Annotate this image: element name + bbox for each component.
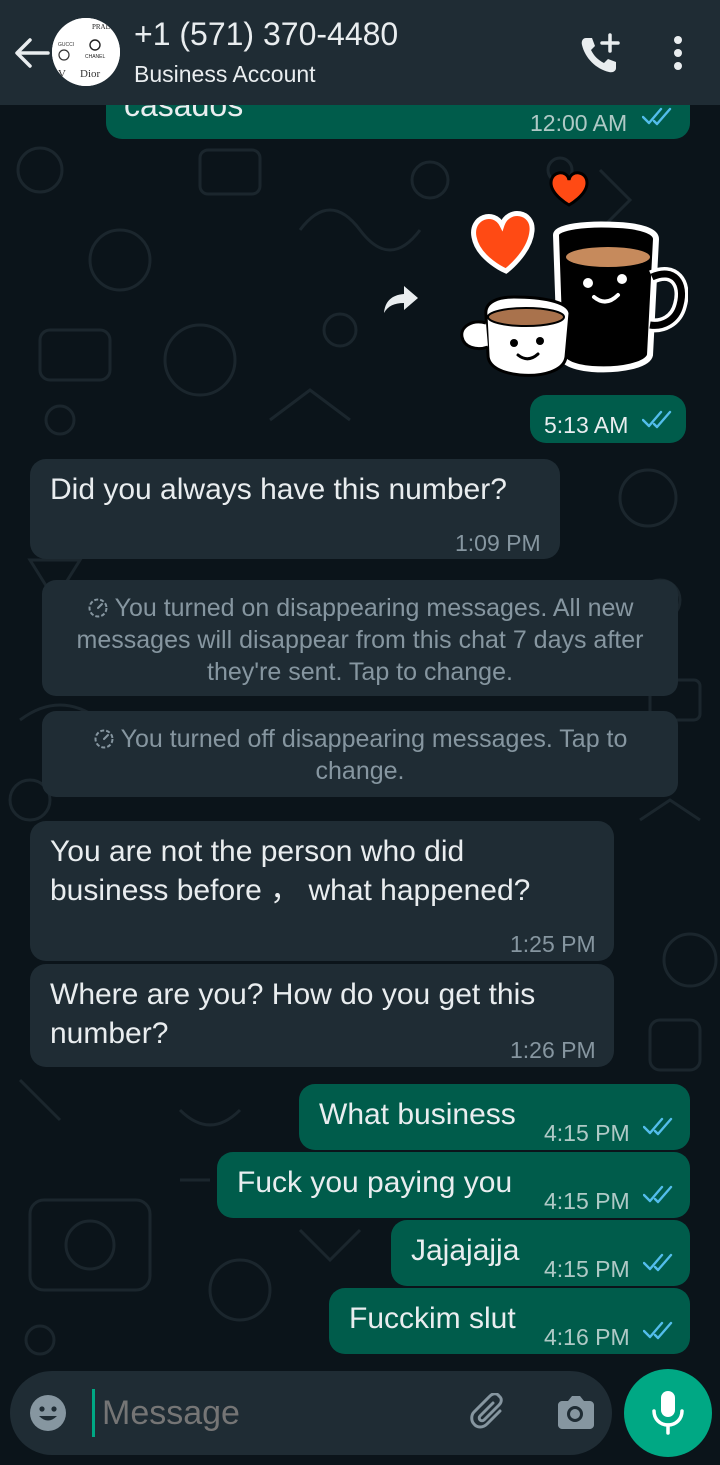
system-message-disappearing-off[interactable]: You turned off disappearing messages. Ta…	[42, 711, 678, 797]
message-time: 5:13 AM	[544, 412, 629, 438]
sticker-message[interactable]	[456, 165, 689, 383]
outgoing-message[interactable]: Fuck you paying you 4:15 PM	[217, 1152, 690, 1218]
svg-text:V: V	[58, 68, 66, 80]
message-text: Fuck you paying you	[237, 1166, 513, 1199]
message-text: Fucckim slut	[349, 1302, 516, 1335]
add-call-icon	[581, 33, 620, 73]
outgoing-message[interactable]: Fucckim slut 4:16 PM	[329, 1288, 690, 1354]
message-text: Jajajajja	[411, 1234, 520, 1267]
message-time: 12:00 AM	[530, 110, 628, 136]
contact-name[interactable]: +1 (571) 370-4480	[134, 16, 398, 53]
timer-icon	[94, 729, 114, 749]
timer-icon	[88, 598, 108, 618]
system-message-disappearing-on[interactable]: You turned on disappearing messages. All…	[42, 580, 678, 696]
message-text-line: business before ， what happened?	[50, 874, 531, 907]
forward-icon	[384, 286, 418, 313]
double-check-icon	[642, 410, 672, 429]
camera-button[interactable]	[554, 1393, 596, 1433]
chat-header: PRADA GUCCI CHANEL V Dior +1 (571) 370-4…	[0, 0, 720, 105]
message-time: 1:25 PM	[510, 931, 596, 957]
double-check-icon	[643, 1321, 673, 1340]
message-time: 4:15 PM	[544, 1188, 630, 1214]
add-call-button[interactable]	[578, 32, 622, 76]
text-cursor	[92, 1389, 95, 1437]
emoji-icon	[30, 1395, 66, 1431]
system-message-text: You turned off disappearing messages. Ta…	[120, 725, 628, 785]
mic-icon	[652, 1391, 684, 1435]
contact-subtitle[interactable]: Business Account	[134, 61, 316, 88]
system-message-text: You turned on disappearing messages. All…	[76, 594, 644, 686]
message-text-line: Where are you? How do you get this	[50, 978, 536, 1011]
attach-button[interactable]	[470, 1392, 512, 1435]
brand-gucci: GUCCI	[58, 42, 74, 48]
voice-message-button[interactable]	[624, 1369, 712, 1457]
camera-icon	[558, 1396, 594, 1429]
message-time: 4:15 PM	[544, 1256, 630, 1282]
more-options-button[interactable]	[664, 34, 692, 74]
message-input[interactable]	[102, 1387, 442, 1439]
brand-chanel: CHANEL	[85, 54, 106, 60]
brand-dior: Dior	[80, 68, 101, 80]
outgoing-message[interactable]: What business 4:15 PM	[299, 1084, 690, 1150]
more-options-icon	[674, 36, 682, 70]
double-check-icon	[643, 1185, 673, 1204]
double-check-icon	[643, 1117, 673, 1136]
back-arrow-icon	[15, 38, 50, 68]
avatar-brand-collage: PRADA GUCCI CHANEL V Dior	[52, 18, 120, 86]
brand-prada: PRADA	[92, 23, 116, 31]
message-composer	[10, 1371, 612, 1455]
coffee-cups-hearts-sticker	[460, 171, 689, 377]
incoming-message[interactable]: Did you always have this number? 1:09 PM	[30, 459, 560, 559]
sticker-time-badge: 5:13 AM	[530, 395, 686, 443]
message-text-line: You are not the person who did	[50, 835, 465, 868]
message-time: 1:09 PM	[455, 530, 541, 556]
incoming-message[interactable]: You are not the person who did business …	[30, 821, 614, 961]
double-check-icon	[643, 1253, 673, 1272]
message-text: What business	[319, 1098, 516, 1131]
message-time: 4:15 PM	[544, 1120, 630, 1146]
message-text-line: number?	[50, 1017, 169, 1050]
incoming-message[interactable]: Where are you? How do you get this numbe…	[30, 964, 614, 1067]
message-time: 4:16 PM	[544, 1324, 630, 1350]
outgoing-message[interactable]: Jajajajja 4:15 PM	[391, 1220, 690, 1286]
forward-button[interactable]	[382, 282, 422, 318]
message-time: 1:26 PM	[510, 1037, 596, 1063]
double-check-icon	[642, 107, 672, 126]
message-text: Did you always have this number?	[50, 473, 507, 506]
contact-avatar[interactable]: PRADA GUCCI CHANEL V Dior	[52, 18, 120, 86]
back-button[interactable]	[12, 36, 52, 70]
attach-icon	[470, 1392, 503, 1429]
emoji-button[interactable]	[28, 1393, 68, 1433]
